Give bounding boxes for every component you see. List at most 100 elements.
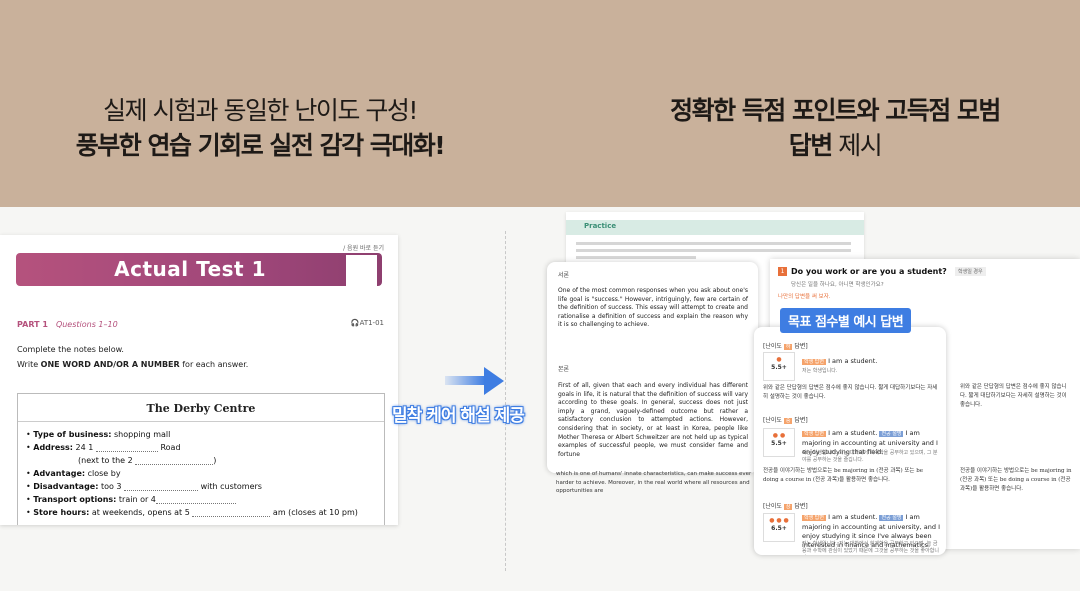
note-1-key: Type of business:: [33, 430, 112, 439]
note-1: • Type of business: shopping mall: [26, 430, 171, 439]
answer-blank-3[interactable]: [124, 482, 199, 491]
write-own-answer: 나만의 답변을 써 보자.: [778, 294, 831, 300]
score-dots-high: ● ● ●: [769, 517, 789, 524]
left-headline-line2: 풍부한 연습 기회로 실전 감각 극대화!: [75, 131, 446, 160]
level-high-label-suffix: 답변]: [794, 503, 808, 510]
tip-text-2-left: 전공을 이야기하는 방법으로는 be majoring in (전공 과목) 또…: [763, 468, 923, 483]
note-4-text: close by: [85, 469, 121, 478]
level-high-label-prefix: [난이도: [763, 503, 782, 510]
answer-blank-4[interactable]: [155, 495, 236, 504]
notes-box-divider: [18, 421, 384, 422]
note-7-text: at weekends, opens at 5: [89, 508, 193, 517]
text-line: [576, 249, 851, 252]
note-3: (next to the 2 ): [78, 456, 216, 465]
intro-label: 서론: [558, 272, 570, 279]
left-headline-line1: 실제 시험과 동일한 난이도 구성!: [103, 96, 418, 125]
answer-low-kr: 저는 학생입니다.: [802, 368, 838, 374]
answer-blank-2[interactable]: [135, 456, 214, 465]
audio-code: AT1-01: [359, 319, 384, 327]
tip-text-1: 위와 같은 단답형의 답변은 점수에 좋지 않습니다. 짧게 대답하기보다는 자…: [960, 384, 1067, 408]
note-1-text: shopping mall: [111, 430, 171, 439]
note-4-key: Advantage:: [33, 469, 86, 478]
instruction-2-bold: ONE WORD AND/OR A NUMBER: [40, 360, 180, 369]
answer-mid-text: I am a student.: [828, 429, 878, 437]
part-label: PART 1: [17, 320, 48, 329]
question-text: Do you work or are you a student?: [791, 267, 947, 276]
arrow-shaft: [445, 376, 485, 385]
answer-mid-tag: 학생 답변: [802, 431, 826, 437]
content-area: / 음원 바로 듣기 Actual Test 1 PART 1 Questions…: [0, 207, 1080, 591]
score-box-high: ● ● ● 6.5+: [763, 513, 795, 542]
arrow-right-icon: [484, 367, 504, 395]
level-low-label: [난이도 하 답변]: [763, 341, 808, 350]
model-essay-card: 서론 One of the most common responses when…: [547, 262, 758, 473]
note-6-key: Transport options:: [33, 495, 117, 504]
tip-text-1-left: 위와 같은 단답형의 답변은 점수에 좋지 않습니다. 짧게 대답하기보다는 자…: [763, 385, 938, 400]
level-mid-tag: 중: [783, 418, 793, 424]
answer-high-tag2: 전공 설명: [879, 515, 904, 521]
actual-test-page: / 음원 바로 듣기 Actual Test 1 PART 1 Questions…: [0, 235, 398, 525]
note-2-key: Address:: [33, 443, 74, 452]
answer-high-tag: 학생 답변: [802, 515, 826, 521]
essay-continuation: which is one of humans' innate character…: [556, 471, 752, 494]
right-headline-line2-bold: 답변: [788, 131, 834, 160]
answer-mid-tag2: 전공 설명: [879, 431, 904, 437]
body-paragraph: First of all, given that each and every …: [558, 382, 748, 458]
practice-bar: Practice: [566, 220, 864, 235]
level-mid-label-suffix: 답변]: [794, 417, 808, 424]
answer-blank-1[interactable]: [95, 443, 158, 452]
question-number: 1: [778, 267, 787, 276]
right-headline-line1: 정확한 득점 포인트와 고득점 모범: [670, 96, 1001, 125]
note-7: • Store hours: at weekends, opens at 5 a…: [26, 508, 358, 517]
answer-low-text: I am a student.: [828, 357, 878, 365]
level-high-tag: 상: [783, 504, 793, 510]
target-score-tag: 목표 점수별 예시 답변: [780, 308, 912, 333]
header-banner: 실제 시험과 동일한 난이도 구성! 풍부한 연습 기회로 실전 감각 극대화!…: [0, 0, 1080, 207]
practice-label: Practice: [584, 222, 617, 230]
question-translation: 당신은 일을 하나요, 아니면 학생인가요?: [791, 282, 884, 288]
body-label: 본론: [558, 366, 570, 373]
notes-box: The Derby Centre • Type of business: sho…: [17, 393, 385, 525]
intro-paragraph: One of the most common responses when yo…: [558, 287, 748, 329]
headphones-icon: 🎧: [350, 319, 360, 327]
answer-low: 학생 답변 I am a student.: [802, 357, 946, 367]
score-low: 5.5+: [771, 364, 787, 371]
note-5-text: too 3: [98, 482, 125, 491]
instruction-2-post: for each answer.: [179, 360, 249, 369]
level-low-tag: 하: [783, 344, 793, 350]
score-dots-mid: ● ●: [772, 432, 786, 439]
arrow-label: 밀착 케어 해설 제공: [392, 406, 525, 426]
level-low-label-suffix: 답변]: [794, 343, 808, 350]
note-7-key: Store hours:: [33, 508, 90, 517]
note-6: • Transport options: train or 4: [26, 495, 236, 504]
note-2-after: Road: [157, 443, 181, 452]
audio-corner-note: / 음원 바로 듣기: [343, 245, 384, 252]
instruction-2: Write ONE WORD AND/OR A NUMBER for each …: [17, 360, 248, 369]
answer-high-kr: 저는 학생입니다. 저는 대학에서 회계학을 공부하고 있으며, 늘 금융과 수…: [802, 541, 939, 554]
note-5: • Disadvantage: too 3 with customers: [26, 482, 262, 491]
score-box-low: ● 5.5+: [763, 352, 795, 381]
score-high: 6.5+: [771, 525, 787, 532]
instruction-2-pre: Write: [17, 360, 41, 369]
note-3-after: ): [213, 456, 217, 465]
actual-test-title: Actual Test 1: [114, 257, 266, 281]
right-headline-line2-normal: 제시: [831, 131, 883, 160]
note-2-text: 24 1: [73, 443, 96, 452]
audio-track: 🎧AT1-01: [351, 319, 384, 327]
score-dots-low: ●: [776, 356, 782, 363]
answer-mid-kr: 저는 학생입니다. 저는 대학에서 회계학을 공부하고 있으며, 그 분야를 공…: [802, 450, 938, 463]
note-5-key: Disadvantage:: [33, 482, 99, 491]
level-high-label: [난이도 상 답변]: [763, 501, 808, 510]
text-line: [576, 242, 851, 245]
note-7-after: am (closes at 10 pm): [270, 508, 358, 517]
score-box-mid: ● ● 5.5+: [763, 428, 795, 457]
answer-blank-5[interactable]: [192, 508, 271, 517]
right-headline-line2: 답변 제시: [600, 128, 1070, 163]
right-headline: 정확한 득점 포인트와 고득점 모범 답변 제시: [600, 93, 1070, 163]
notes-box-title: The Derby Centre: [146, 402, 256, 415]
left-headline: 실제 시험과 동일한 난이도 구성! 풍부한 연습 기회로 실전 감각 극대화!: [0, 93, 520, 163]
instruction-1: Complete the notes below.: [17, 345, 124, 354]
question-tag: 학생일 경우: [955, 267, 986, 276]
level-low-label-prefix: [난이도: [763, 343, 782, 350]
note-6-text: train or 4: [116, 495, 156, 504]
